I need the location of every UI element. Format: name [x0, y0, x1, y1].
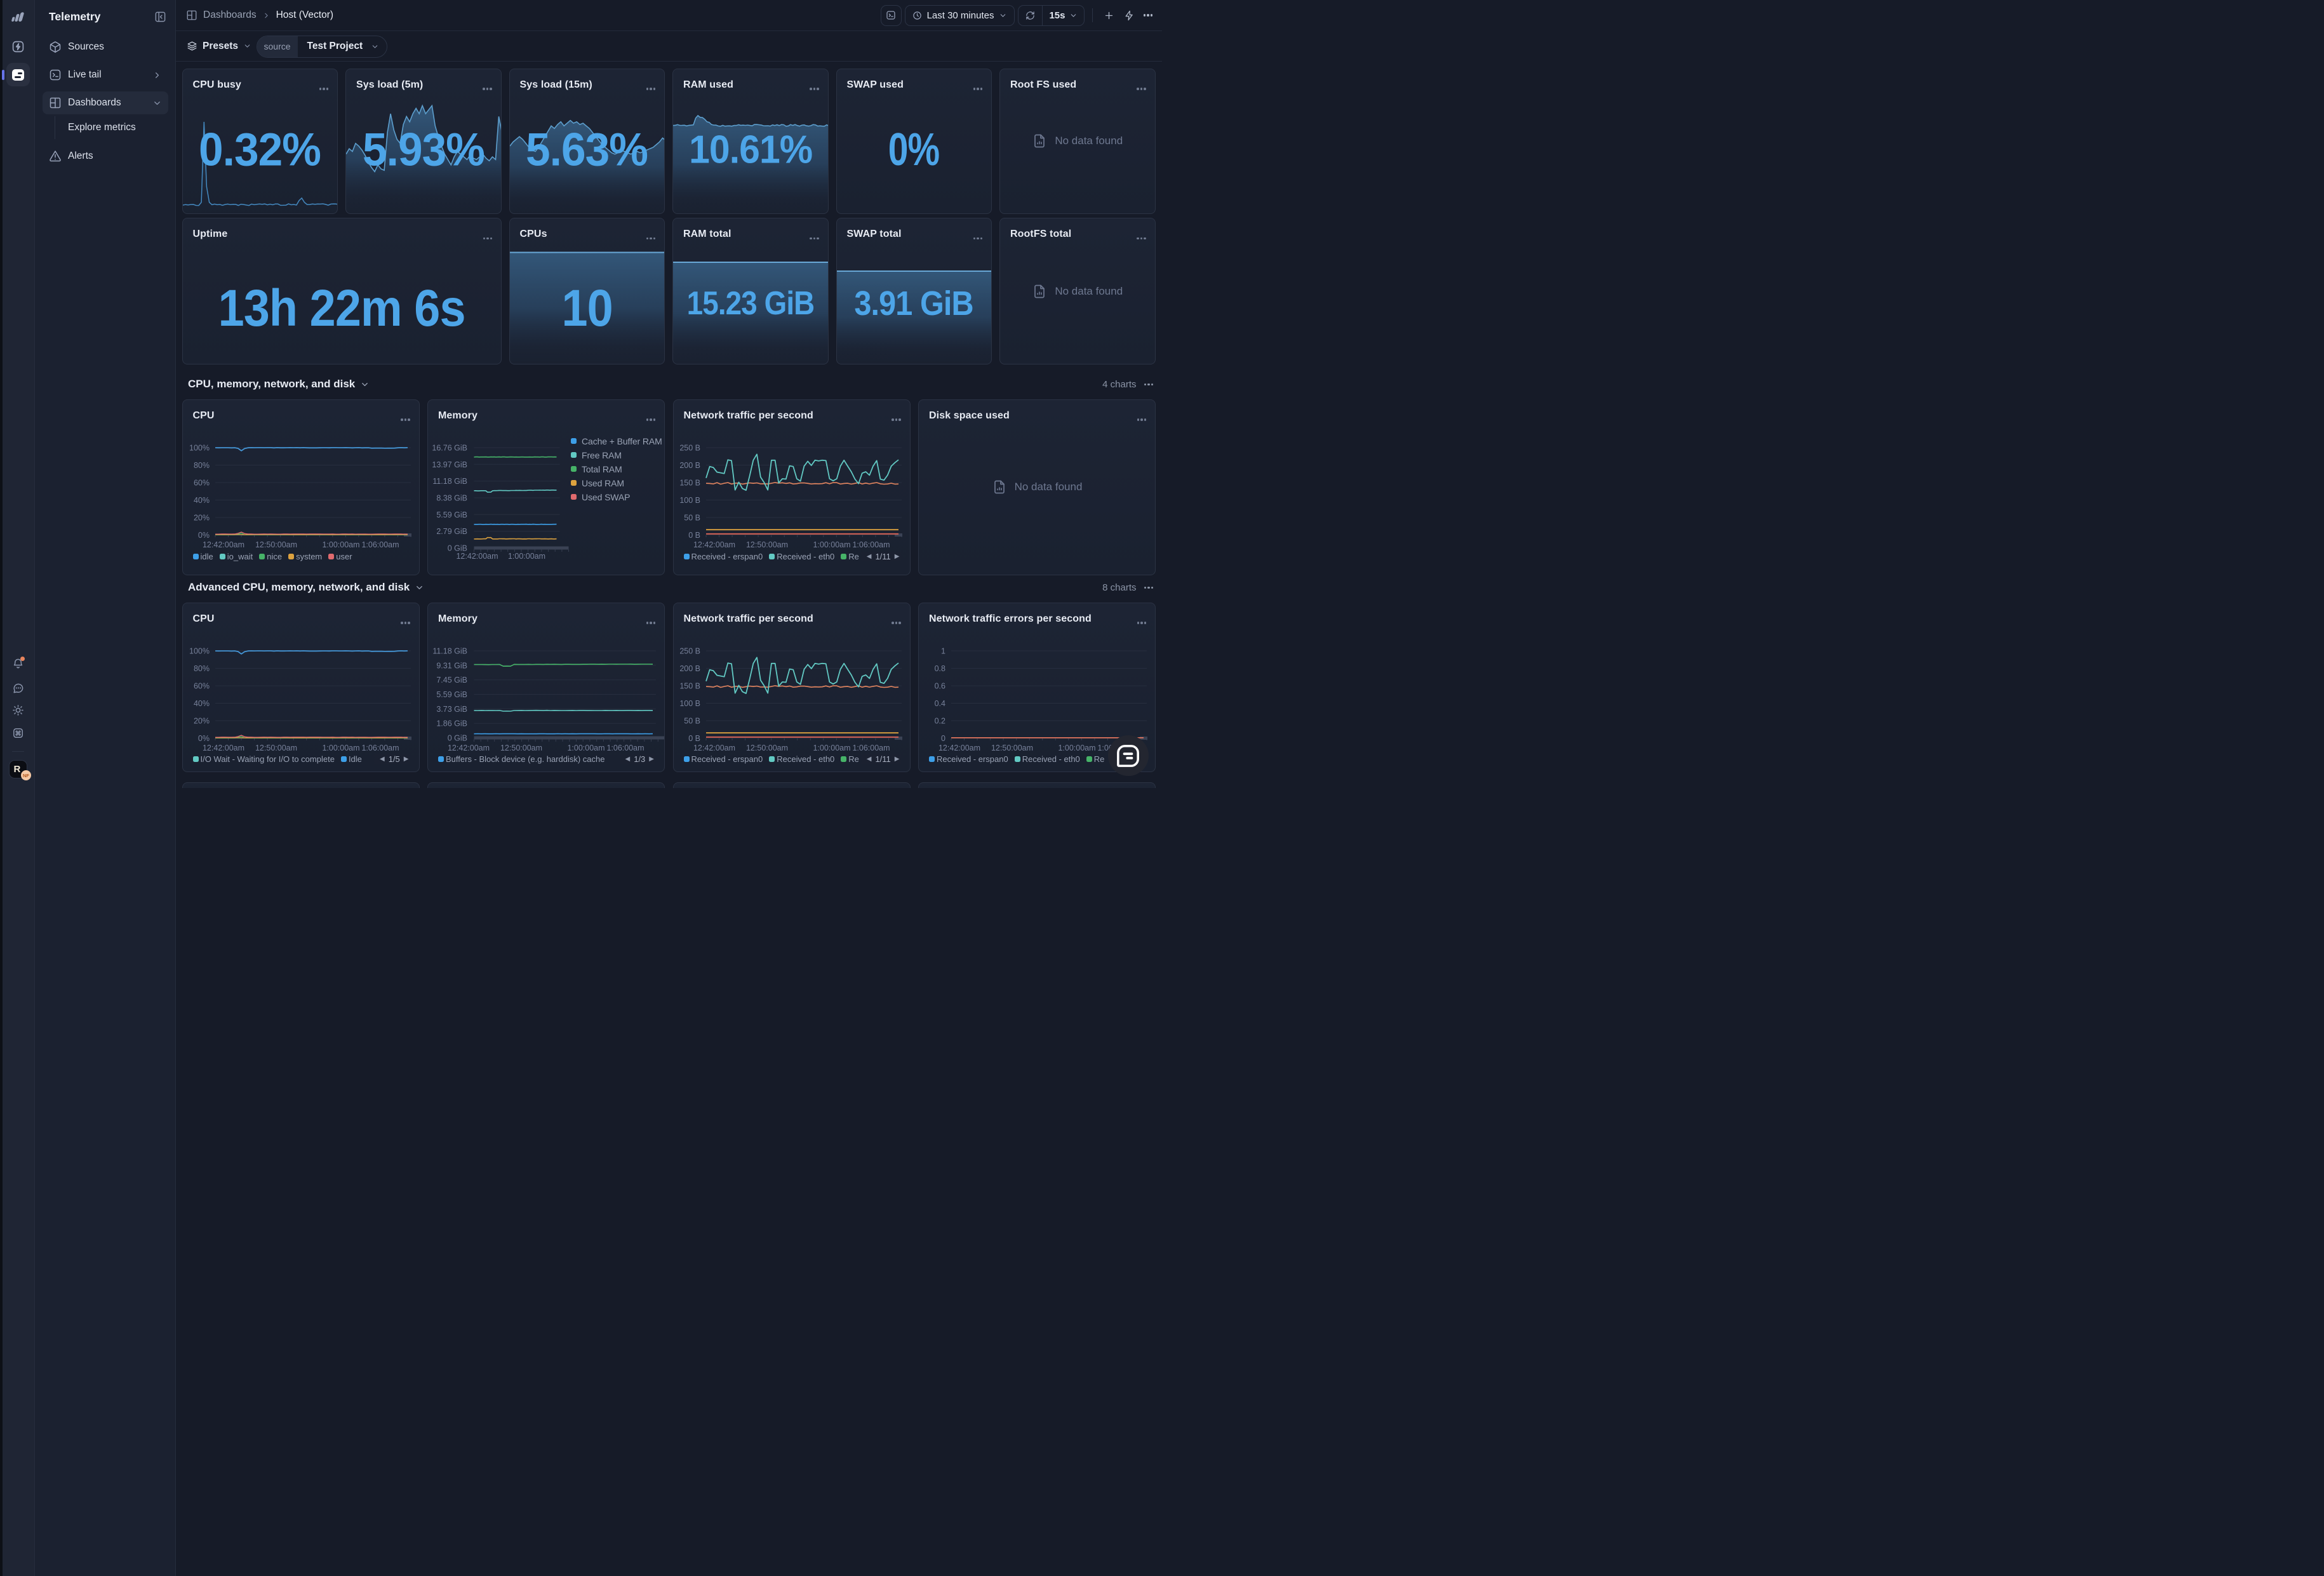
svg-text:0.2: 0.2: [935, 716, 945, 725]
svg-text:60%: 60%: [193, 681, 209, 690]
svg-text:0%: 0%: [197, 531, 209, 540]
svg-text:11.18 GiB: 11.18 GiB: [432, 477, 467, 486]
svg-text:0: 0: [941, 734, 945, 743]
svg-text:150 B: 150 B: [679, 478, 700, 487]
svg-text:100%: 100%: [189, 443, 210, 452]
svg-text:80%: 80%: [193, 461, 209, 470]
svg-text:7.45 GiB: 7.45 GiB: [436, 676, 467, 684]
svg-text:0.8: 0.8: [935, 664, 945, 673]
svg-text:16.76 GiB: 16.76 GiB: [432, 443, 467, 452]
svg-text:2.79 GiB: 2.79 GiB: [436, 527, 467, 536]
svg-text:150 B: 150 B: [679, 681, 700, 690]
svg-text:80%: 80%: [193, 664, 209, 673]
svg-text:200 B: 200 B: [679, 664, 700, 673]
svg-text:20%: 20%: [193, 513, 209, 522]
svg-text:1:00:00am: 1:00:00am: [322, 540, 359, 549]
svg-text:1:06:00am: 1:06:00am: [361, 540, 399, 549]
svg-text:50 B: 50 B: [684, 513, 700, 522]
svg-text:250 B: 250 B: [679, 443, 700, 452]
svg-text:100 B: 100 B: [679, 496, 700, 505]
svg-text:100 B: 100 B: [679, 699, 700, 708]
svg-text:40%: 40%: [193, 496, 209, 505]
svg-text:1.86 GiB: 1.86 GiB: [436, 719, 467, 728]
svg-text:1:06:00am: 1:06:00am: [361, 744, 399, 752]
svg-text:12:42:00am: 12:42:00am: [202, 540, 244, 549]
svg-text:12:50:00am: 12:50:00am: [500, 744, 542, 752]
svg-text:12:42:00am: 12:42:00am: [448, 744, 490, 752]
svg-text:12:42:00am: 12:42:00am: [693, 744, 735, 752]
svg-text:0.4: 0.4: [935, 699, 945, 708]
svg-text:1:00:00am: 1:00:00am: [813, 744, 850, 752]
svg-text:0 B: 0 B: [688, 531, 700, 540]
svg-text:5.59 GiB: 5.59 GiB: [436, 690, 467, 699]
svg-text:250 B: 250 B: [679, 646, 700, 655]
svg-text:12:42:00am: 12:42:00am: [202, 744, 244, 752]
svg-text:1: 1: [941, 646, 945, 655]
svg-text:1:00:00am: 1:00:00am: [508, 552, 545, 561]
svg-text:1:00:00am: 1:00:00am: [322, 744, 359, 752]
svg-text:1:06:00am: 1:06:00am: [606, 744, 644, 752]
svg-text:100%: 100%: [189, 646, 210, 655]
svg-text:0 B: 0 B: [688, 734, 700, 743]
svg-text:0 GiB: 0 GiB: [448, 733, 467, 742]
svg-text:1:00:00am: 1:00:00am: [1058, 744, 1095, 752]
svg-text:50 B: 50 B: [684, 716, 700, 725]
svg-text:12:50:00am: 12:50:00am: [745, 744, 787, 752]
svg-text:13.97 GiB: 13.97 GiB: [432, 460, 467, 469]
svg-text:40%: 40%: [193, 699, 209, 708]
svg-text:1:06:00am: 1:06:00am: [852, 540, 890, 549]
svg-text:5.59 GiB: 5.59 GiB: [436, 510, 467, 519]
svg-text:12:42:00am: 12:42:00am: [938, 744, 980, 752]
svg-text:200 B: 200 B: [679, 461, 700, 470]
svg-text:11.18 GiB: 11.18 GiB: [432, 646, 467, 655]
svg-text:1:00:00am: 1:00:00am: [567, 744, 604, 752]
svg-text:12:50:00am: 12:50:00am: [991, 744, 1033, 752]
svg-text:12:42:00am: 12:42:00am: [456, 552, 498, 561]
svg-text:20%: 20%: [193, 716, 209, 725]
svg-text:12:50:00am: 12:50:00am: [255, 744, 297, 752]
svg-text:0%: 0%: [197, 734, 209, 743]
svg-text:0.6: 0.6: [935, 681, 945, 690]
svg-text:12:50:00am: 12:50:00am: [745, 540, 787, 549]
svg-text:12:50:00am: 12:50:00am: [255, 540, 297, 549]
svg-text:8.38 GiB: 8.38 GiB: [436, 493, 467, 502]
svg-text:9.31 GiB: 9.31 GiB: [436, 661, 467, 670]
svg-text:3.73 GiB: 3.73 GiB: [436, 704, 467, 713]
svg-text:1:00:00am: 1:00:00am: [813, 540, 850, 549]
svg-text:60%: 60%: [193, 478, 209, 487]
svg-text:1:06:00am: 1:06:00am: [852, 744, 890, 752]
svg-text:12:42:00am: 12:42:00am: [693, 540, 735, 549]
